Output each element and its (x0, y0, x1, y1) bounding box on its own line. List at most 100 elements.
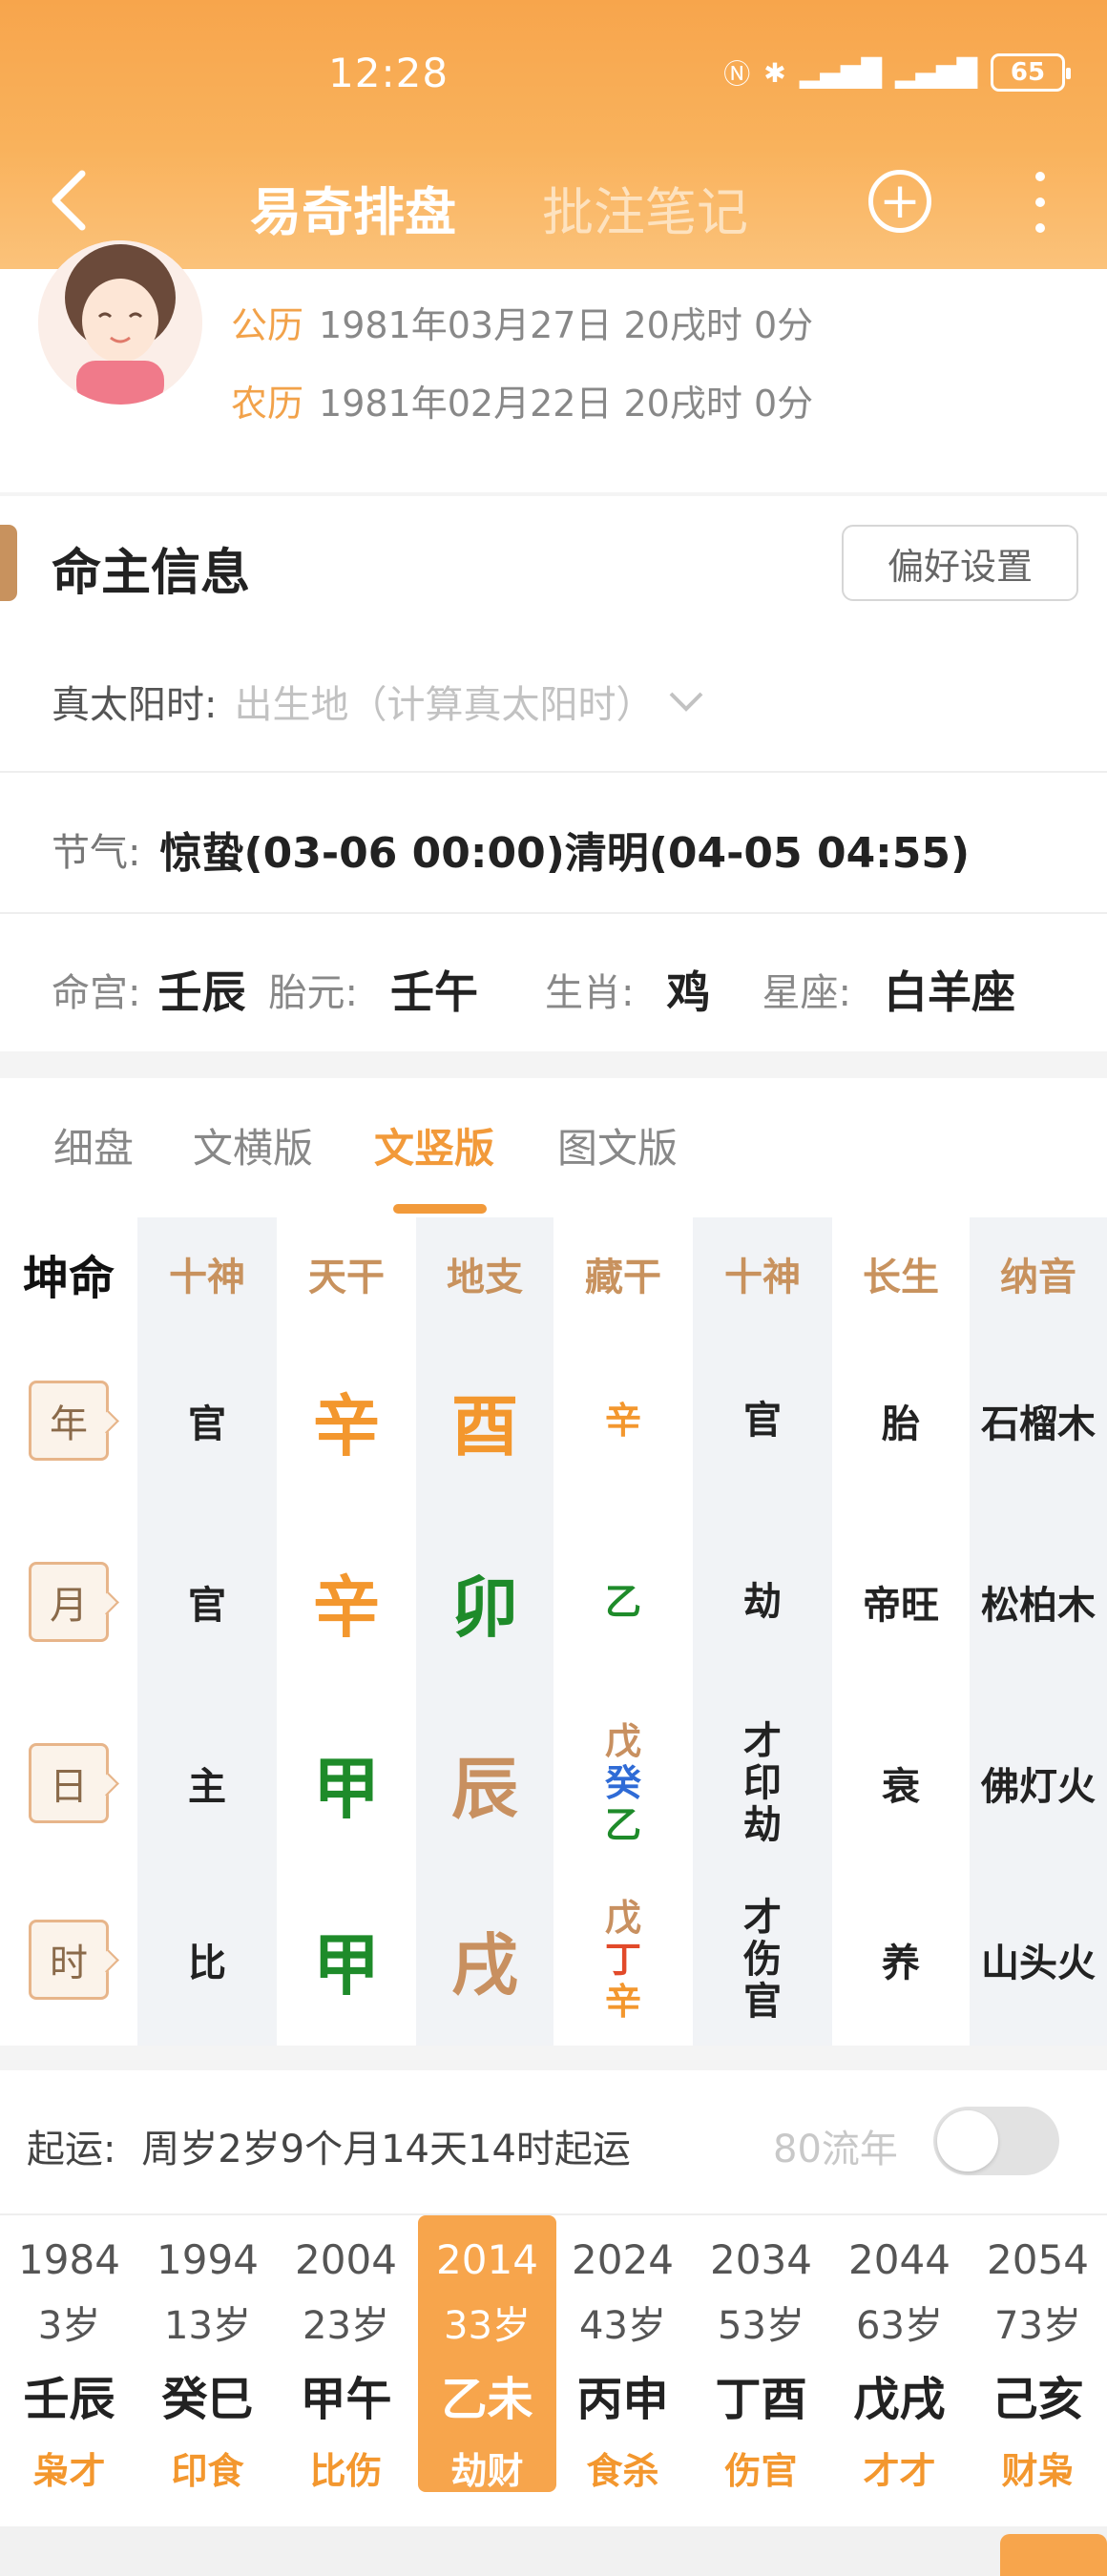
canggan-cell: 戊 癸 乙 (554, 1693, 693, 1874)
dizhi-cell[interactable]: 戌 (416, 1874, 554, 2046)
preferences-button[interactable]: 偏好设置 (842, 525, 1078, 601)
dayun-item-selected[interactable]: 2014 33岁 乙未 劫财 (418, 2215, 556, 2492)
shengxiao-value: 鸡 (666, 966, 711, 1018)
tab-paipan[interactable]: 易奇排盘 (250, 170, 456, 245)
more-menu-button[interactable] (1021, 172, 1059, 233)
canggan-column: 藏干 辛 乙 戊 癸 乙 戊 丁 辛 (554, 1217, 693, 2046)
liunian-label: 80流年 (773, 2128, 898, 2171)
canggan-stem: 戊 (604, 1720, 641, 1762)
toggle-knob (937, 2110, 998, 2171)
dayun-ganzhi: 丙申 (576, 2373, 669, 2426)
column-header: 十神 (724, 1256, 801, 1299)
dayun-age: 3岁 (37, 2304, 101, 2348)
profile-section: 公历 1981年03月27日 20戌时 0分 农历 1981年02月22日 20戌时… (0, 240, 1107, 492)
dayun-ganzhi: 丁酉 (715, 2373, 807, 2426)
jieqi-label: 节气: (52, 831, 141, 875)
pillar-hour[interactable]: 时 (29, 1920, 109, 2000)
pillar-month[interactable]: 月 (29, 1562, 109, 1642)
nfc-icon: Ⓝ (723, 58, 751, 90)
canggan-stem: 癸 (604, 1762, 641, 1804)
dayun-item[interactable]: 1994 13岁 癸巳 印食 (138, 2215, 277, 2492)
column-header: 地支 (447, 1256, 523, 1299)
tab-detail[interactable]: 细盘 (53, 1116, 134, 1174)
app-header: 12:28 Ⓝ ✱ ▂▄▆█ ▂▄▆█ 65 易奇排盘 批注笔记 + (0, 0, 1107, 269)
dayun-age: 33岁 (444, 2304, 531, 2348)
dayun-shishen: 食杀 (586, 2450, 659, 2492)
minggong-value: 壬辰 (157, 966, 246, 1018)
canggan-cell: 辛 (554, 1330, 693, 1511)
column-header: 坤命 (22, 1252, 115, 1305)
divider (0, 912, 1107, 914)
lunar-date: 1981年02月22日 20戌时 0分 (319, 383, 814, 425)
changsheng-cell: 胎 (882, 1402, 920, 1446)
hidden-shishen-column: 十神 官 劫 才 印 劫 才 伤 官 (693, 1217, 832, 2046)
dayun-shishen: 劫财 (450, 2450, 524, 2492)
dizhi-cell[interactable]: 酉 (416, 1330, 554, 1511)
tiangan-column: 天干 辛 辛 甲 甲 (277, 1217, 416, 2046)
bluetooth-icon: ✱ (763, 56, 786, 89)
hidden-shishen: 伤 (743, 1938, 782, 1982)
hidden-shishen: 才 (743, 1719, 782, 1763)
dayun-ganzhi: 甲午 (300, 2373, 392, 2426)
dayun-year: 2044 (848, 2236, 950, 2283)
tab-vertical[interactable]: 文竖版 (374, 1116, 494, 1174)
nayin-cell: 佛灯火 (981, 1765, 1096, 1809)
nayin-cell: 松柏木 (981, 1584, 1096, 1628)
tiangan-cell[interactable]: 辛 (277, 1330, 416, 1511)
hidden-shishen: 劫 (743, 1580, 782, 1624)
hidden-shishen-cell: 才 伤 官 (693, 1874, 832, 2046)
dayun-item[interactable]: 2034 53岁 丁酉 伤官 (692, 2215, 830, 2492)
shishen-cell: 主 (188, 1765, 226, 1809)
jieqi-row: 节气: 惊蛰(03-06 00:00)清明(04-05 04:55) (52, 819, 970, 880)
xingzuo-label: 星座: (762, 971, 851, 1015)
dizhi-cell[interactable]: 卯 (416, 1511, 554, 1693)
dayun-age: 73岁 (994, 2304, 1081, 2348)
tiangan-cell[interactable]: 甲 (277, 1874, 416, 2046)
section-accent (0, 525, 17, 601)
true-solar-time-row[interactable]: 真太阳时: 出生地（计算真太阳时） (52, 674, 705, 729)
dayun-age: 53岁 (718, 2304, 804, 2348)
gregorian-date-row: 公历 1981年03月27日 20戌时 0分 (231, 296, 813, 348)
birthplace-select[interactable]: 出生地（计算真太阳时） (234, 674, 654, 729)
dayun-item[interactable]: 2024 43岁 丙申 食杀 (554, 2215, 692, 2492)
hidden-shishen-cell: 劫 (693, 1511, 832, 1693)
dayun-shishen: 才才 (863, 2450, 936, 2492)
canggan-stem: 辛 (604, 1981, 641, 2023)
tab-graphic[interactable]: 图文版 (557, 1116, 678, 1174)
dizhi-column: 地支 酉 卯 辰 戌 (416, 1217, 554, 2046)
changsheng-column: 长生 胎 帝旺 衰 养 (832, 1217, 970, 2046)
dayun-item[interactable]: 2004 23岁 甲午 比伤 (277, 2215, 415, 2492)
dizhi-cell[interactable]: 辰 (416, 1693, 554, 1874)
chevron-down-icon (670, 692, 703, 712)
dayun-item[interactable]: 2044 63岁 戊戌 才才 (830, 2215, 969, 2492)
canggan-cell: 乙 (554, 1511, 693, 1693)
nayin-column: 纳音 石榴木 松柏木 佛灯火 山头火 (970, 1217, 1107, 2046)
taiyuan-value: 壬午 (389, 966, 478, 1018)
back-button[interactable] (38, 160, 99, 240)
liunian-toggle[interactable] (933, 2107, 1059, 2175)
signal-4g-icon: ▂▄▆█ (799, 56, 882, 89)
canggan-stem: 戊 (604, 1897, 641, 1939)
tab-horizontal[interactable]: 文横版 (193, 1116, 313, 1174)
lunar-label: 农历 (231, 383, 304, 425)
dayun-shishen: 比伤 (309, 2450, 383, 2492)
status-icons: Ⓝ ✱ ▂▄▆█ ▂▄▆█ 65 (723, 53, 1071, 92)
tab-notes[interactable]: 批注笔记 (542, 170, 748, 245)
dayun-item[interactable]: 2054 73岁 己亥 财枭 (969, 2215, 1107, 2492)
shishen-column: 十神 官 官 主 比 (137, 1217, 277, 2046)
qiyun-label: 起运: (27, 2128, 116, 2171)
column-header: 长生 (863, 1256, 939, 1299)
active-tab-indicator (393, 1204, 487, 1214)
add-button[interactable]: + (868, 170, 931, 233)
dayun-item[interactable]: 1984 3岁 壬辰 枭才 (0, 2215, 138, 2492)
pillar-year[interactable]: 年 (29, 1381, 109, 1461)
changsheng-cell: 帝旺 (863, 1584, 939, 1628)
taiyuan-label: 胎元: (268, 971, 358, 1015)
changsheng-cell: 养 (882, 1942, 920, 1985)
tiangan-cell[interactable]: 辛 (277, 1511, 416, 1693)
tiangan-cell[interactable]: 甲 (277, 1693, 416, 1874)
shishen-cell: 官 (188, 1584, 226, 1628)
column-header: 十神 (169, 1256, 245, 1299)
dayun-age: 43岁 (579, 2304, 666, 2348)
pillar-day[interactable]: 日 (29, 1743, 109, 1823)
